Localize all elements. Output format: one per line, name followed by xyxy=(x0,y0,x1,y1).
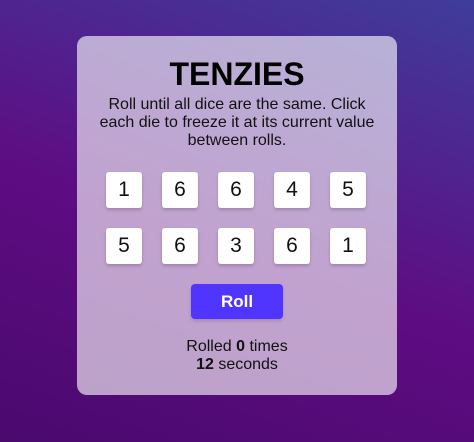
die-2[interactable]: 6 xyxy=(162,172,198,208)
dice-grid: 1 6 6 4 5 5 6 3 6 1 xyxy=(106,172,368,264)
seconds-count: 12 xyxy=(196,356,214,373)
roll-count: 0 xyxy=(236,338,246,355)
die-4[interactable]: 4 xyxy=(274,172,310,208)
die-10[interactable]: 1 xyxy=(330,228,366,264)
die-5[interactable]: 5 xyxy=(330,172,366,208)
die-1[interactable]: 1 xyxy=(106,172,142,208)
stats: Rolled 0 times 12 seconds xyxy=(77,338,397,374)
die-9[interactable]: 6 xyxy=(274,228,310,264)
seconds-suffix: seconds xyxy=(218,356,278,373)
roll-count-line: Rolled 0 times xyxy=(77,338,397,356)
page-title: TENZIES xyxy=(169,56,305,92)
die-6[interactable]: 5 xyxy=(106,228,142,264)
die-3[interactable]: 6 xyxy=(218,172,254,208)
die-7[interactable]: 6 xyxy=(162,228,198,264)
game-card: TENZIES Roll until all dice are the same… xyxy=(77,36,397,395)
rolled-prefix: Rolled xyxy=(186,338,232,355)
die-8[interactable]: 3 xyxy=(218,228,254,264)
timer-line: 12 seconds xyxy=(77,356,397,374)
roll-button[interactable]: Roll xyxy=(191,284,283,319)
instructions-text: Roll until all dice are the same. Click … xyxy=(99,96,375,149)
rolled-suffix: times xyxy=(249,338,288,355)
